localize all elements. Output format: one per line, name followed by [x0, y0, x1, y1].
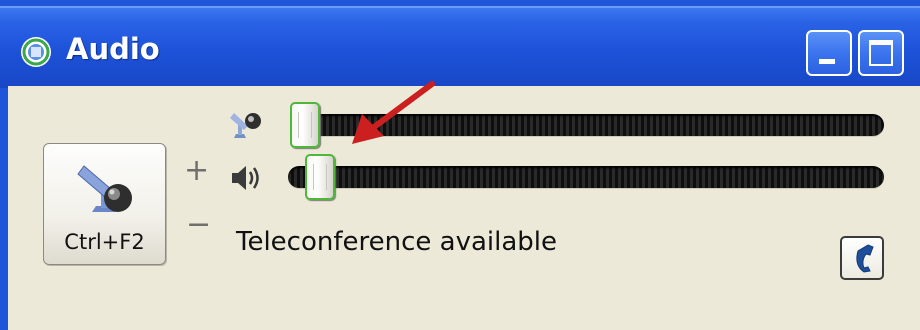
speaker-volume-slider[interactable]: [288, 166, 884, 188]
microphone-slider-thumb[interactable]: [290, 102, 320, 148]
audio-window: Audio Ctrl+F2 + − Teleconference availab…: [0, 0, 920, 330]
title-bar[interactable]: Audio: [0, 6, 920, 88]
microphone-icon: [77, 165, 132, 212]
talk-button[interactable]: Ctrl+F2: [43, 143, 166, 265]
shortcut-label: Ctrl+F2: [64, 230, 145, 254]
maximize-icon: [869, 40, 893, 66]
volume-increase-symbol: +: [184, 153, 210, 188]
volume-decrease-symbol: −: [186, 207, 212, 242]
microphone-small-icon: [230, 113, 261, 138]
phone-button[interactable]: [840, 236, 884, 280]
speaker-slider-thumb[interactable]: [305, 154, 335, 200]
minimize-button[interactable]: [806, 30, 852, 76]
window-title: Audio: [66, 32, 160, 66]
phone-handset-icon: [856, 244, 874, 273]
minimize-icon: [819, 59, 835, 64]
speaker-icon: [232, 166, 259, 190]
app-icon: [21, 37, 51, 67]
maximize-button[interactable]: [858, 30, 904, 76]
status-text: Teleconference available: [236, 227, 558, 257]
annotation-arrow-icon: [352, 81, 435, 144]
